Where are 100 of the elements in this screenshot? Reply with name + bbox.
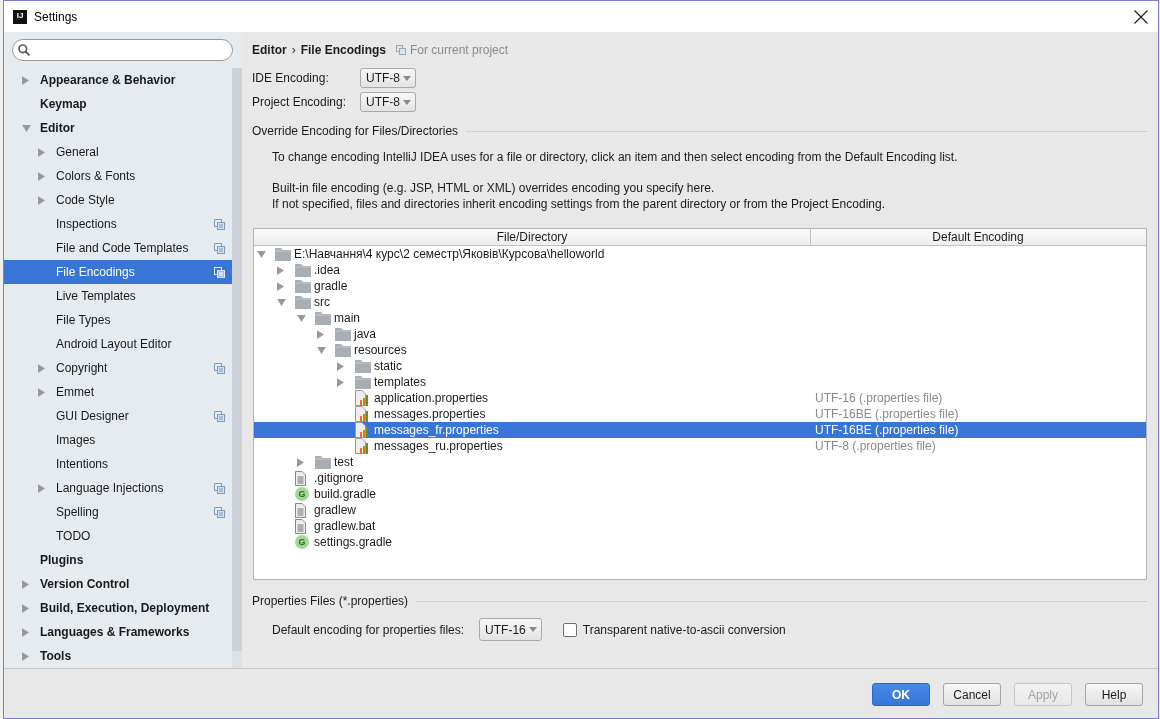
- tree-row[interactable]: test: [254, 454, 1146, 470]
- triangle-right-icon[interactable]: [277, 265, 284, 275]
- tree-row[interactable]: gradlew: [254, 502, 1146, 518]
- tree-row[interactable]: gradle: [254, 278, 1146, 294]
- tree-row[interactable]: messages_fr.properties UTF-16BE (.properties file): [254, 422, 1146, 438]
- triangle-right-icon[interactable]: [277, 281, 284, 291]
- tree-row[interactable]: messages.properties UTF-16BE (.properties file): [254, 406, 1146, 422]
- triangle-right-icon[interactable]: [22, 75, 29, 85]
- encoding-label: UTF-16BE (.properties file): [814, 406, 959, 422]
- tree-row[interactable]: .idea: [254, 262, 1146, 278]
- sidebar-item[interactable]: Languages & Frameworks: [4, 620, 232, 644]
- sidebar-item[interactable]: General: [4, 140, 232, 164]
- text-file-icon: [295, 518, 306, 534]
- search-field[interactable]: [12, 39, 233, 61]
- text-file-icon: [295, 470, 306, 486]
- tree-row[interactable]: static: [254, 358, 1146, 374]
- sidebar-item[interactable]: Keymap: [4, 92, 232, 116]
- tree-row[interactable]: G settings.gradle: [254, 534, 1146, 550]
- triangle-right-icon[interactable]: [38, 147, 45, 157]
- triangle-right-icon[interactable]: [38, 387, 45, 397]
- folder-icon: [315, 455, 331, 469]
- dialog-button[interactable]: Cancel: [943, 683, 1001, 706]
- tree-row[interactable]: G build.gradle: [254, 486, 1146, 502]
- tree-row[interactable]: resources: [254, 342, 1146, 358]
- triangle-right-icon[interactable]: [38, 363, 45, 373]
- triangle-right-icon[interactable]: [38, 483, 45, 493]
- hint-text: If not specified, files and directories inherit encoding settings from the parent directory or from the Project Encoding.: [272, 196, 886, 212]
- encoding-label: UTF-8 (.properties file): [814, 438, 936, 454]
- checkbox[interactable]: [562, 622, 577, 637]
- sidebar-item[interactable]: Editor: [4, 116, 232, 140]
- hint-text: Built-in file encoding (e.g. JSP, HTML or XML) overrides encoding you specify here.: [272, 180, 716, 196]
- tree-row[interactable]: gradlew.bat: [254, 518, 1146, 534]
- sidebar-item[interactable]: Appearance & Behavior: [4, 68, 232, 92]
- sidebar-item[interactable]: Code Style: [4, 188, 232, 212]
- sidebar-item[interactable]: Live Templates: [4, 284, 232, 308]
- triangle-right-icon[interactable]: [317, 329, 324, 339]
- tree-row[interactable]: application.properties UTF-16 (.properties file): [254, 390, 1146, 406]
- letter-badge-icon: G: [295, 535, 309, 549]
- sidebar-item[interactable]: Emmet: [4, 380, 232, 404]
- field-label: Project Encoding:: [252, 95, 348, 109]
- folder-icon: [315, 311, 331, 325]
- triangle-down-icon[interactable]: [22, 124, 31, 132]
- sidebar-item[interactable]: File Encodings: [4, 260, 232, 284]
- field-label: Default encoding for properties files:: [272, 622, 465, 637]
- tree-row[interactable]: java: [254, 326, 1146, 342]
- sidebar-item[interactable]: File and Code Templates: [4, 236, 232, 260]
- triangle-down-icon[interactable]: [297, 314, 306, 322]
- triangle-right-icon[interactable]: [297, 457, 304, 467]
- triangle-down-icon[interactable]: [277, 298, 286, 306]
- sidebar-item[interactable]: Spelling: [4, 500, 232, 524]
- sidebar-item[interactable]: TODO: [4, 524, 232, 548]
- dialog-button[interactable]: OK: [872, 683, 930, 706]
- encoding-dropdown[interactable]: UTF-8: [360, 68, 416, 88]
- tree-row[interactable]: main: [254, 310, 1146, 326]
- breadcrumb-separator: ›: [291, 43, 296, 57]
- section-title: Properties Files (*.properties): [252, 594, 409, 608]
- triangle-down-icon[interactable]: [317, 346, 326, 354]
- sidebar-item[interactable]: Colors & Fonts: [4, 164, 232, 188]
- triangle-right-icon[interactable]: [337, 377, 344, 387]
- tree-row[interactable]: E:\Навчання\4 курс\2 семестр\Яковів\Курсова\helloworld: [254, 246, 1146, 262]
- triangle-right-icon[interactable]: [22, 627, 29, 637]
- app-logo: IJ: [13, 9, 27, 24]
- dialog-button[interactable]: Help: [1085, 683, 1143, 706]
- triangle-down-icon[interactable]: [257, 250, 266, 258]
- sidebar-item[interactable]: Language Injections: [4, 476, 232, 500]
- column-header[interactable]: File/Directory: [254, 229, 810, 245]
- sidebar-item[interactable]: Tools: [4, 644, 232, 668]
- triangle-right-icon[interactable]: [38, 195, 45, 205]
- tree-row[interactable]: messages_ru.properties UTF-8 (.properties file): [254, 438, 1146, 454]
- encoding-label: UTF-16BE (.properties file): [814, 422, 959, 438]
- sidebar-item[interactable]: Inspections: [4, 212, 232, 236]
- triangle-right-icon[interactable]: [337, 361, 344, 371]
- sidebar-item[interactable]: Intentions: [4, 452, 232, 476]
- chart-file-icon: [355, 406, 368, 422]
- checkbox-label[interactable]: Transparent native-to-ascii conversion: [582, 622, 786, 637]
- tree-row[interactable]: src: [254, 294, 1146, 310]
- sidebar-item[interactable]: Android Layout Editor: [4, 332, 232, 356]
- folder-icon: [335, 343, 351, 357]
- sidebar-item[interactable]: Copyright: [4, 356, 232, 380]
- folder-icon: [355, 359, 371, 373]
- folder-icon: [335, 327, 351, 341]
- sidebar-item[interactable]: File Types: [4, 308, 232, 332]
- triangle-right-icon[interactable]: [22, 603, 29, 613]
- caret-icon: [403, 75, 411, 81]
- sidebar-item[interactable]: GUI Designer: [4, 404, 232, 428]
- triangle-right-icon[interactable]: [38, 171, 45, 181]
- search-icon: [18, 44, 30, 56]
- sidebar-item[interactable]: Version Control: [4, 572, 232, 596]
- sidebar-item[interactable]: Images: [4, 428, 232, 452]
- triangle-right-icon[interactable]: [22, 651, 29, 661]
- column-header[interactable]: Default Encoding: [810, 229, 1146, 245]
- close-icon[interactable]: [1134, 9, 1148, 24]
- sidebar-item[interactable]: Build, Execution, Deployment: [4, 596, 232, 620]
- triangle-right-icon[interactable]: [22, 579, 29, 589]
- encoding-dropdown[interactable]: UTF-8: [360, 92, 416, 112]
- encoding-dropdown[interactable]: UTF-16: [479, 618, 542, 641]
- sidebar-item[interactable]: Plugins: [4, 548, 232, 572]
- scrollbar-thumb[interactable]: [232, 68, 242, 651]
- tree-row[interactable]: .gitignore: [254, 470, 1146, 486]
- tree-row[interactable]: templates: [254, 374, 1146, 390]
